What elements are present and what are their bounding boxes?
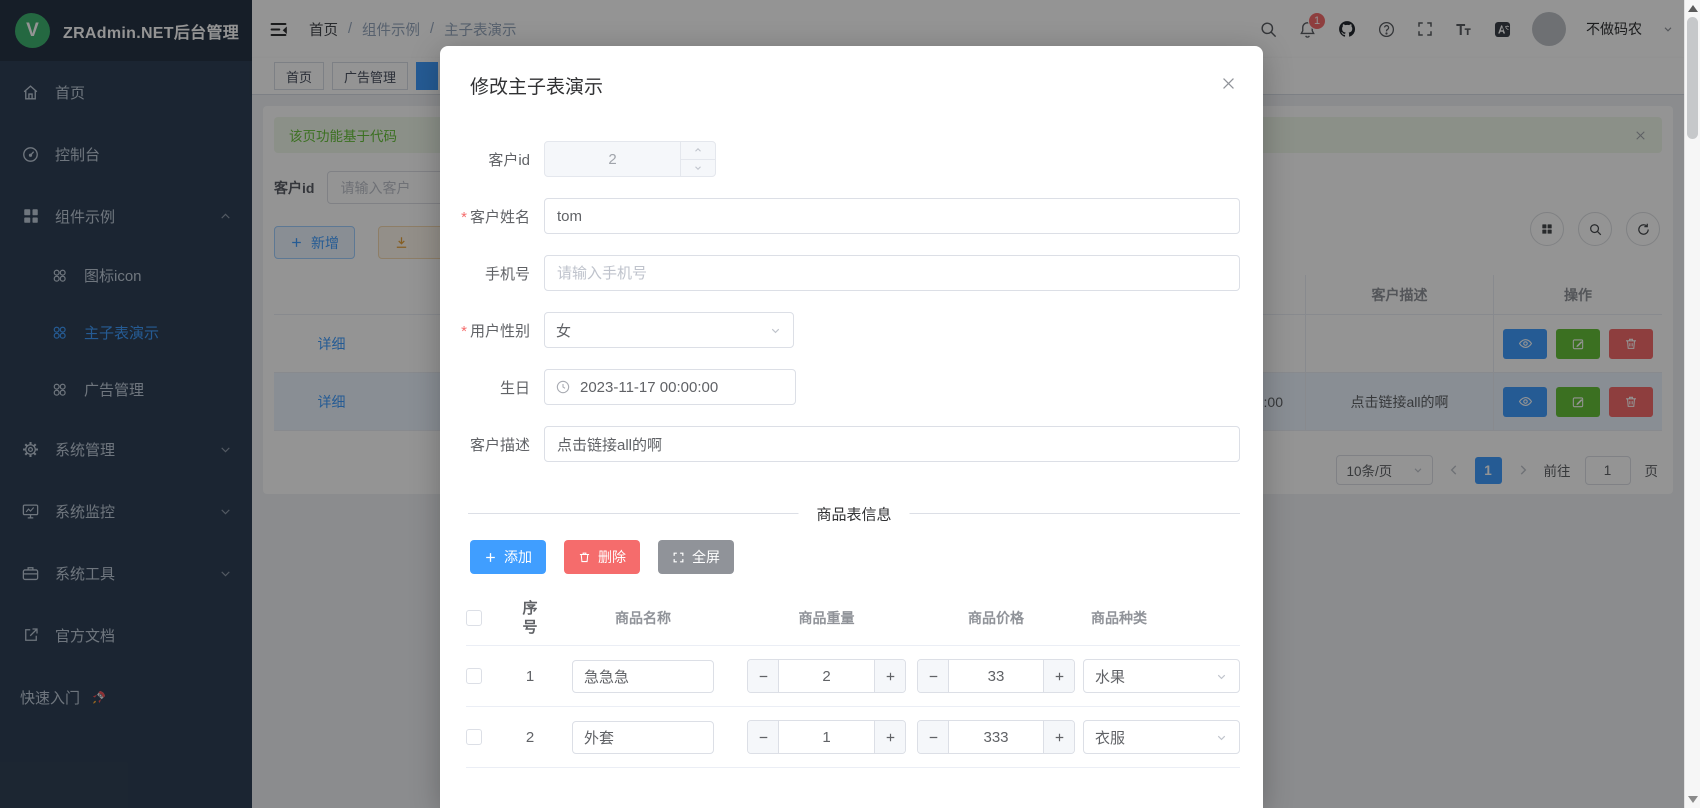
name-column-header: 商品名称 xyxy=(572,608,714,628)
row-checkbox[interactable] xyxy=(466,668,482,684)
form-row-birthday: 生日 2023-11-17 00:00:00 xyxy=(440,369,1263,405)
kind-column-header: 商品种类 xyxy=(1083,608,1240,628)
kind-select[interactable]: 水果 xyxy=(1083,659,1240,693)
weight-value[interactable]: 2 xyxy=(779,660,874,692)
gender-select[interactable]: 女 xyxy=(544,312,794,348)
weight-value[interactable]: 1 xyxy=(779,721,874,753)
chevron-down-icon xyxy=(1215,731,1228,744)
scroll-up-icon[interactable] xyxy=(1688,5,1698,12)
spinner-down-icon[interactable] xyxy=(681,160,715,177)
plus-icon xyxy=(484,551,497,564)
required-mark: * xyxy=(461,323,467,340)
field-label: 生日 xyxy=(440,377,544,398)
birthday-date-picker[interactable]: 2023-11-17 00:00:00 xyxy=(544,369,796,405)
product-table-header: 序号 商品名称 商品重量 商品价格 商品种类 xyxy=(466,591,1240,646)
product-table: 序号 商品名称 商品重量 商品价格 商品种类 1 2 33 xyxy=(466,591,1240,768)
field-label: 客户id xyxy=(440,149,544,170)
plus-icon[interactable] xyxy=(874,660,905,692)
product-row: 1 2 33 水果 xyxy=(466,646,1240,707)
birthday-value: 2023-11-17 00:00:00 xyxy=(580,379,718,396)
customer-desc-input[interactable] xyxy=(544,426,1240,462)
select-all-checkbox[interactable] xyxy=(466,610,482,626)
plus-icon[interactable] xyxy=(1043,721,1074,753)
product-name-input[interactable] xyxy=(572,721,714,754)
product-row: 2 1 333 衣服 xyxy=(466,707,1240,768)
weight-stepper: 2 xyxy=(747,659,906,693)
plus-icon[interactable] xyxy=(874,721,905,753)
field-label: 用户性别 xyxy=(470,323,530,340)
product-name-input[interactable] xyxy=(572,660,714,693)
customer-name-input[interactable] xyxy=(544,198,1240,234)
customer-id-value: 2 xyxy=(545,142,680,176)
price-stepper: 33 xyxy=(917,659,1075,693)
close-icon[interactable] xyxy=(1220,75,1237,92)
phone-input[interactable] xyxy=(544,255,1240,291)
spinner-up-icon[interactable] xyxy=(681,142,715,160)
weight-column-header: 商品重量 xyxy=(747,608,906,628)
row-index: 2 xyxy=(509,729,551,746)
required-mark: * xyxy=(461,209,467,226)
divider-title: 商品表信息 xyxy=(798,503,909,524)
kind-select[interactable]: 衣服 xyxy=(1083,720,1240,754)
index-column-header: 序号 xyxy=(522,599,538,637)
field-label: 客户姓名 xyxy=(470,209,530,226)
browser-scrollbar[interactable] xyxy=(1684,0,1700,808)
chevron-down-icon xyxy=(1215,670,1228,683)
delete-rows-label: 删除 xyxy=(598,547,626,567)
row-index: 1 xyxy=(509,668,551,685)
plus-icon[interactable] xyxy=(1043,660,1074,692)
price-stepper: 333 xyxy=(917,720,1075,754)
clock-icon xyxy=(555,379,571,395)
gender-value: 女 xyxy=(556,320,571,341)
row-checkbox[interactable] xyxy=(466,729,482,745)
kind-value: 衣服 xyxy=(1095,727,1125,748)
scrollbar-thumb[interactable] xyxy=(1687,17,1698,139)
price-value[interactable]: 333 xyxy=(949,721,1043,753)
add-row-label: 添加 xyxy=(504,547,532,567)
form-row-desc: 客户描述 xyxy=(440,426,1263,462)
fullscreen-label: 全屏 xyxy=(692,547,720,567)
expand-icon xyxy=(672,551,685,564)
dialog-header: 修改主子表演示 xyxy=(440,46,1263,99)
minus-icon[interactable] xyxy=(748,721,779,753)
minus-icon[interactable] xyxy=(918,660,949,692)
add-row-button[interactable]: 添加 xyxy=(470,540,546,574)
delete-rows-button[interactable]: 删除 xyxy=(564,540,640,574)
form-row-phone: 手机号 xyxy=(440,255,1263,291)
form-row-customer-name: *客户姓名 xyxy=(440,198,1263,234)
section-divider: 商品表信息 xyxy=(468,513,1240,514)
fullscreen-button[interactable]: 全屏 xyxy=(658,540,734,574)
field-label: 手机号 xyxy=(440,263,544,284)
price-column-header: 商品价格 xyxy=(917,608,1075,628)
minus-icon[interactable] xyxy=(748,660,779,692)
kind-value: 水果 xyxy=(1095,666,1125,687)
trash-icon xyxy=(578,551,591,564)
field-label: 客户描述 xyxy=(440,434,544,455)
sub-table-toolbar: 添加 删除 全屏 xyxy=(470,540,1240,574)
form-row-customer-id: 客户id 2 xyxy=(440,141,1263,177)
scroll-down-icon[interactable] xyxy=(1688,796,1698,803)
weight-stepper: 1 xyxy=(747,720,906,754)
chevron-down-icon xyxy=(769,324,782,337)
dialog-title: 修改主子表演示 xyxy=(470,72,603,99)
form-row-gender: *用户性别 女 xyxy=(440,312,1263,348)
number-spinner xyxy=(680,142,715,176)
price-value[interactable]: 33 xyxy=(949,660,1043,692)
dialog-form: 客户id 2 *客户姓名 手机号 *用户性别 xyxy=(440,141,1263,462)
edit-dialog: 修改主子表演示 客户id 2 *客户姓名 手机号 xyxy=(440,46,1263,808)
customer-id-number-input: 2 xyxy=(544,141,716,177)
minus-icon[interactable] xyxy=(918,721,949,753)
